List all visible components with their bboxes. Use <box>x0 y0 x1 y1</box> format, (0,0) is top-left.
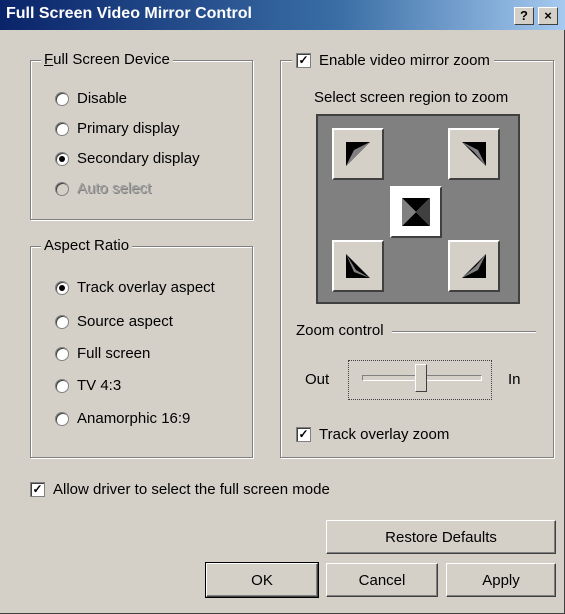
radio-circle <box>55 346 69 361</box>
enable-zoom-checkbox[interactable]: ✓ Enable video mirror zoom <box>292 52 494 69</box>
window-title: Full Screen Video Mirror Control <box>6 5 252 22</box>
radio-tv-4-3-label: TV 4:3 <box>77 377 122 394</box>
arrow-top-left-icon <box>346 142 370 166</box>
track-overlay-zoom-checkbox[interactable]: ✓ Track overlay zoom <box>296 426 449 443</box>
apply-button[interactable]: Apply <box>446 563 556 597</box>
radio-tv-4-3[interactable]: TV 4:3 <box>55 377 121 394</box>
radio-primary-display-label: Primary display <box>77 120 180 137</box>
radio-secondary-display-label: Secondary display <box>77 150 200 167</box>
radio-track-overlay-aspect-label: Track overlay aspect <box>77 279 215 296</box>
zoom-region-panel <box>316 114 520 304</box>
radio-secondary-display[interactable]: Secondary display <box>55 150 200 167</box>
allow-driver-label: Allow driver to select the full screen m… <box>53 481 330 498</box>
radio-circle <box>55 121 69 136</box>
radio-auto-select-label: Auto select <box>77 180 152 197</box>
radio-anamorphic-16-9[interactable]: Anamorphic 16:9 <box>55 410 190 427</box>
radio-source-aspect-label: Source aspect <box>77 313 173 330</box>
help-button[interactable]: ? <box>514 7 534 25</box>
radio-circle <box>55 411 69 426</box>
zoom-bottom-right-button[interactable] <box>448 240 500 292</box>
check-mark-icon: ✓ <box>296 53 311 68</box>
zoom-center-button[interactable] <box>390 186 442 238</box>
radio-circle <box>55 314 69 329</box>
arrow-bottom-left-icon <box>346 254 370 278</box>
region-label: Select screen region to zoom <box>314 89 509 106</box>
zoom-in-label: In <box>508 371 521 388</box>
center-zoom-icon <box>402 198 430 226</box>
aspect-ratio-legend: Aspect Ratio <box>41 237 133 254</box>
check-mark-icon: ✓ <box>30 482 45 497</box>
enable-zoom-label: Enable video mirror zoom <box>319 52 490 69</box>
radio-track-overlay-aspect[interactable]: Track overlay aspect <box>55 279 215 296</box>
radio-disable-label: Disable <box>77 90 128 107</box>
restore-defaults-button[interactable]: Restore Defaults <box>326 520 556 554</box>
full-screen-device-legend: Full Screen Device <box>41 51 173 68</box>
zoom-control-label: Zoom control <box>296 322 388 339</box>
radio-source-aspect[interactable]: Source aspect <box>55 313 173 330</box>
radio-full-screen-label: Full screen <box>77 345 151 362</box>
radio-circle <box>55 91 69 106</box>
zoom-top-right-button[interactable] <box>448 128 500 180</box>
radio-circle <box>55 378 69 393</box>
radio-circle-selected <box>55 151 69 166</box>
zoom-slider-thumb[interactable] <box>415 364 427 392</box>
title-bar[interactable]: Full Screen Video Mirror Control ? × <box>0 0 565 30</box>
arrow-top-right-icon <box>462 142 486 166</box>
check-mark-icon: ✓ <box>296 427 311 442</box>
zoom-control-divider <box>392 331 536 333</box>
track-overlay-zoom-label: Track overlay zoom <box>319 426 450 443</box>
cancel-button[interactable]: Cancel <box>326 563 438 597</box>
arrow-bottom-right-icon <box>462 254 486 278</box>
zoom-bottom-left-button[interactable] <box>332 240 384 292</box>
dialog-window: Full Screen Video Mirror Control ? × Ful… <box>0 0 565 614</box>
radio-disable[interactable]: Disable <box>55 90 127 107</box>
radio-circle-selected <box>55 280 69 295</box>
radio-full-screen[interactable]: Full screen <box>55 345 150 362</box>
radio-anamorphic-16-9-label: Anamorphic 16:9 <box>77 410 191 427</box>
allow-driver-checkbox[interactable]: ✓ Allow driver to select the full screen… <box>30 481 330 498</box>
radio-circle-disabled <box>55 181 69 196</box>
radio-primary-display[interactable]: Primary display <box>55 120 180 137</box>
zoom-out-label: Out <box>305 371 330 388</box>
close-button[interactable]: × <box>538 7 558 25</box>
zoom-top-left-button[interactable] <box>332 128 384 180</box>
radio-auto-select: Auto select <box>55 180 151 197</box>
ok-button[interactable]: OK <box>205 562 319 598</box>
